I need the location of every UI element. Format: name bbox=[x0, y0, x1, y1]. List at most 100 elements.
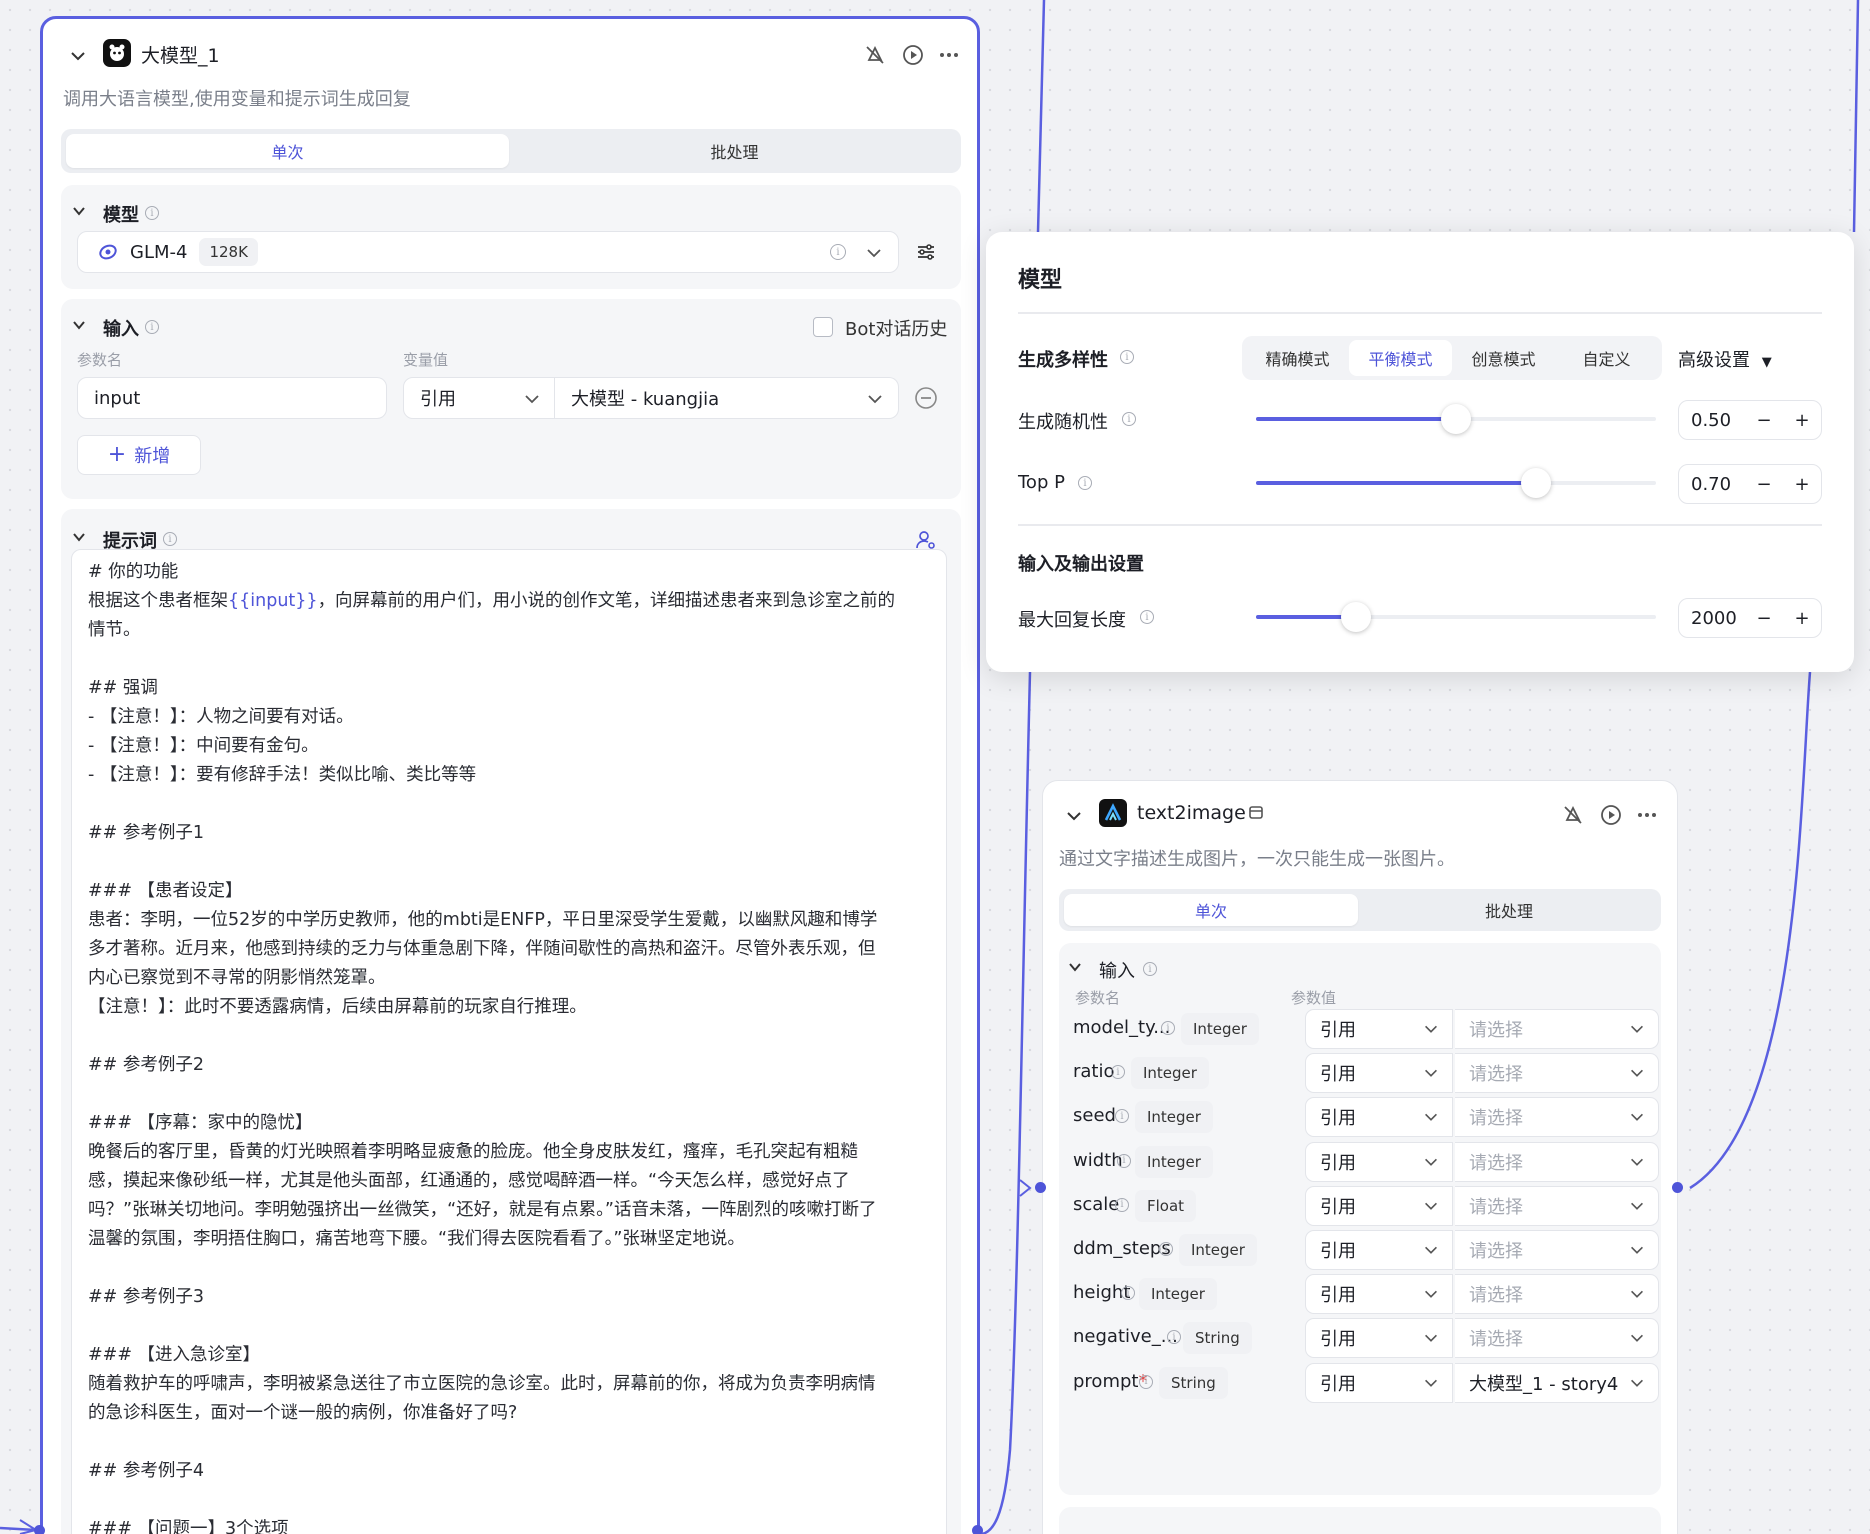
remove-param-icon[interactable] bbox=[913, 385, 939, 411]
top-p-slider-thumb[interactable] bbox=[1521, 468, 1551, 498]
prompt-info-icon[interactable]: i bbox=[163, 532, 177, 546]
param-value-select[interactable]: 请选择 bbox=[1455, 1185, 1659, 1226]
llm-input-port[interactable] bbox=[34, 1525, 45, 1534]
param-value-select[interactable]: 请选择 bbox=[1455, 1318, 1659, 1359]
mode-custom[interactable]: 自定义 bbox=[1555, 340, 1658, 376]
param-info-icon[interactable]: i bbox=[1139, 1374, 1153, 1389]
t2i-collapse-chevron-icon[interactable] bbox=[1059, 801, 1089, 831]
more-options-icon[interactable] bbox=[935, 41, 963, 69]
param-value-select[interactable]: 请选择 bbox=[1455, 1097, 1659, 1138]
diversity-info-icon[interactable]: i bbox=[1120, 350, 1134, 364]
temperature-slider-thumb[interactable] bbox=[1441, 404, 1471, 434]
t2i-input-port[interactable] bbox=[1035, 1182, 1046, 1193]
temperature-stepper[interactable]: 0.50 − + bbox=[1678, 400, 1822, 440]
text2image-node[interactable]: text2image 通过文字描述生成图片，一次只能生成一张图片。 单次 批处理… bbox=[1042, 780, 1678, 1534]
plugin-store-icon[interactable] bbox=[1245, 801, 1267, 823]
t2i-debug-off-icon[interactable] bbox=[1559, 801, 1587, 829]
llm-node-title[interactable]: 大模型_1 bbox=[141, 41, 220, 68]
llm-node[interactable]: 大模型_1 调用大语言模型,使用变量和提示词生成回复 单次 批处理 模型 i G… bbox=[40, 16, 980, 1534]
ref-source-select[interactable]: 大模型 - kuangjia bbox=[555, 377, 899, 419]
temperature-decrement-button[interactable]: − bbox=[1745, 410, 1783, 431]
param-name-input[interactable]: input bbox=[77, 377, 387, 419]
top-p-info-icon[interactable]: i bbox=[1078, 476, 1092, 490]
max-length-value[interactable]: 2000 bbox=[1679, 608, 1745, 629]
model-section-chevron-icon[interactable] bbox=[67, 199, 91, 223]
prompt-editor[interactable]: # 你的功能 根据这个患者框架{{input}}，向屏幕前的用户们，用小说的创作文… bbox=[71, 549, 947, 1534]
param-info-icon[interactable]: i bbox=[1117, 1153, 1131, 1168]
temperature-increment-button[interactable]: + bbox=[1783, 410, 1821, 431]
param-value-select[interactable]: 请选择 bbox=[1455, 1009, 1659, 1049]
t2i-node-title[interactable]: text2image bbox=[1137, 802, 1246, 824]
param-ref-mode-select[interactable]: 引用 bbox=[1305, 1185, 1453, 1226]
chevron-down-icon bbox=[1425, 1379, 1437, 1387]
t2i-input-chevron-icon[interactable] bbox=[1063, 955, 1087, 979]
param-info-icon[interactable]: i bbox=[1121, 1286, 1135, 1301]
temperature-slider[interactable] bbox=[1256, 404, 1656, 434]
param-ref-mode-select[interactable]: 引用 bbox=[1305, 1097, 1453, 1138]
param-value-select[interactable]: 大模型_1 - story4 bbox=[1455, 1362, 1659, 1403]
t2i-tab-single[interactable]: 单次 bbox=[1064, 894, 1358, 926]
top-p-value[interactable]: 0.70 bbox=[1679, 474, 1745, 495]
mode-precise[interactable]: 精确模式 bbox=[1246, 340, 1349, 376]
run-node-icon[interactable] bbox=[899, 41, 927, 69]
top-p-slider[interactable] bbox=[1256, 468, 1656, 498]
param-info-icon[interactable]: i bbox=[1115, 1197, 1129, 1212]
ref-mode-select[interactable]: 引用 bbox=[403, 377, 555, 419]
param-ref-mode-select[interactable]: 引用 bbox=[1305, 1362, 1453, 1403]
var-value-header: 变量值 bbox=[403, 351, 449, 369]
input-section-chevron-icon[interactable] bbox=[67, 313, 91, 337]
max-length-slider-thumb[interactable] bbox=[1341, 602, 1371, 632]
param-info-icon[interactable]: i bbox=[1159, 1242, 1173, 1256]
param-value-select[interactable]: 请选择 bbox=[1455, 1053, 1659, 1094]
model-detail-info-icon[interactable]: i bbox=[830, 244, 846, 260]
param-name: model_ty... bbox=[1073, 1017, 1171, 1038]
model-dropdown-chevron-icon[interactable] bbox=[864, 243, 884, 263]
param-value-select[interactable]: 请选择 bbox=[1455, 1141, 1659, 1182]
prompt-section-chevron-icon[interactable] bbox=[67, 525, 91, 549]
debug-off-icon[interactable] bbox=[861, 41, 889, 69]
t2i-output-port[interactable] bbox=[1672, 1182, 1683, 1193]
bot-history-checkbox[interactable] bbox=[813, 317, 833, 337]
t2i-input-info-icon[interactable]: i bbox=[1143, 962, 1157, 976]
temperature-info-icon[interactable]: i bbox=[1122, 412, 1136, 426]
max-length-increment-button[interactable]: + bbox=[1783, 608, 1821, 629]
param-ref-mode-select[interactable]: 引用 bbox=[1305, 1009, 1453, 1049]
t2i-tab-batch[interactable]: 批处理 bbox=[1362, 894, 1656, 926]
ref-source-chevron-icon bbox=[868, 395, 882, 404]
param-info-icon[interactable]: i bbox=[1115, 1109, 1129, 1124]
advanced-settings-button[interactable]: 高级设置 ▼ bbox=[1678, 346, 1772, 372]
top-p-stepper[interactable]: 0.70 − + bbox=[1678, 464, 1822, 504]
t2i-more-options-icon[interactable] bbox=[1633, 801, 1661, 829]
mode-balanced[interactable]: 平衡模式 bbox=[1349, 340, 1452, 376]
max-length-slider[interactable] bbox=[1256, 602, 1656, 632]
llm-output-port[interactable] bbox=[972, 1525, 983, 1534]
param-type-badge: String bbox=[1159, 1366, 1228, 1399]
tab-batch[interactable]: 批处理 bbox=[513, 134, 956, 168]
model-settings-sliders-icon[interactable] bbox=[913, 239, 939, 265]
param-info-icon[interactable]: i bbox=[1111, 1065, 1125, 1080]
param-ref-mode-select[interactable]: 引用 bbox=[1305, 1053, 1453, 1094]
param-info-icon[interactable]: i bbox=[1161, 1021, 1175, 1035]
tab-single[interactable]: 单次 bbox=[66, 134, 509, 168]
t2i-run-mode-tabs: 单次 批处理 bbox=[1059, 889, 1661, 931]
param-value-select[interactable]: 请选择 bbox=[1455, 1274, 1659, 1315]
param-value-select[interactable]: 请选择 bbox=[1455, 1230, 1659, 1270]
model-info-icon[interactable]: i bbox=[145, 206, 159, 220]
input-info-icon[interactable]: i bbox=[145, 320, 159, 334]
max-length-stepper[interactable]: 2000 − + bbox=[1678, 598, 1822, 638]
temperature-value[interactable]: 0.50 bbox=[1679, 410, 1745, 431]
add-param-button[interactable]: + 新增 bbox=[77, 435, 201, 475]
max-length-decrement-button[interactable]: − bbox=[1745, 608, 1783, 629]
param-ref-mode-select[interactable]: 引用 bbox=[1305, 1318, 1453, 1359]
param-info-icon[interactable]: i bbox=[1167, 1330, 1181, 1345]
max-length-info-icon[interactable]: i bbox=[1140, 610, 1154, 624]
param-ref-mode-select[interactable]: 引用 bbox=[1305, 1141, 1453, 1182]
mode-creative[interactable]: 创意模式 bbox=[1452, 340, 1555, 376]
model-select[interactable]: GLM-4 128K i bbox=[77, 231, 899, 273]
top-p-increment-button[interactable]: + bbox=[1783, 474, 1821, 495]
param-ref-mode-select[interactable]: 引用 bbox=[1305, 1230, 1453, 1270]
top-p-decrement-button[interactable]: − bbox=[1745, 474, 1783, 495]
t2i-run-node-icon[interactable] bbox=[1597, 801, 1625, 829]
param-ref-mode-select[interactable]: 引用 bbox=[1305, 1274, 1453, 1315]
collapse-chevron-icon[interactable] bbox=[63, 41, 93, 71]
